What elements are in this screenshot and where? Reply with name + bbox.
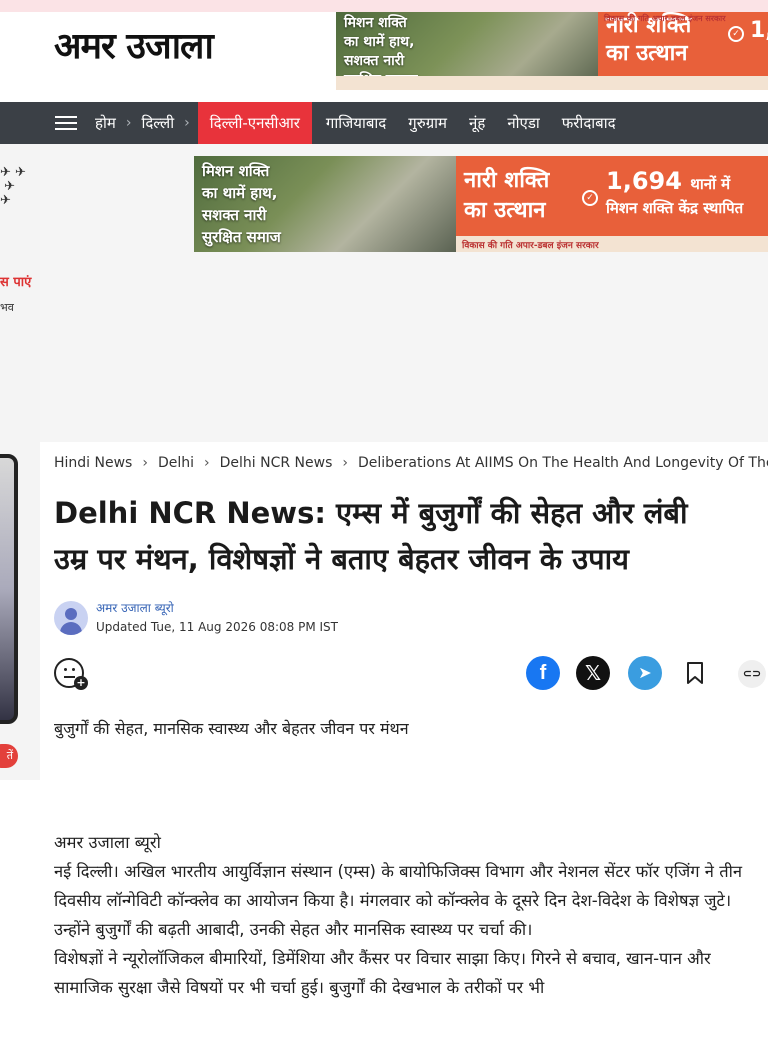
ad2-right-text: नारी शक्ति का उत्थान <box>464 168 550 223</box>
nav-item-nuh[interactable]: नूंह <box>461 102 493 144</box>
side-advertisement[interactable]: ✈ ✈ ✈ ✈ स पाएं भव तें <box>0 144 40 780</box>
nav-item-delhi[interactable]: दिल्ली <box>133 102 182 144</box>
jets-icon: ✈ ✈ ✈ ✈ <box>0 165 26 208</box>
ad2-subtext: मिशन शक्ति केंद्र स्थापित <box>606 199 744 217</box>
chevron-right-icon: › <box>184 115 190 131</box>
page-title: Delhi NCR News: एम्स में बुजुर्गों की से… <box>54 490 768 582</box>
side-ad-subtext: भव <box>0 301 14 314</box>
breadcrumb-separator: › <box>142 455 148 471</box>
main-nav: होम › दिल्ली › दिल्ली-एनसीआर गाजियाबाद ग… <box>0 102 768 144</box>
x-share-icon[interactable]: 𝕏 <box>576 656 610 690</box>
phone-image <box>0 454 18 724</box>
headline-line-2: उम्र पर मंथन, विशेषज्ञों ने बताए बेहतर ज… <box>54 542 629 576</box>
article-subheading: बुजुर्गों की सेहत, मानसिक स्वास्थ्य और ब… <box>54 719 409 738</box>
byline: अमर उजाला ब्यूरो Updated Tue, 11 Aug 202… <box>54 598 338 638</box>
side-ad-badge[interactable]: तें <box>0 744 18 768</box>
article-paragraph: विशेषज्ञों ने न्यूरोलॉजिकल बीमारियों, डि… <box>54 949 711 997</box>
body-byline: अमर उजाला ब्यूरो <box>54 833 161 852</box>
breadcrumb-separator: › <box>204 455 210 471</box>
header-advertisement[interactable]: मिशन शक्ति का थामें हाथ, सशक्त नारी सुरक… <box>336 12 768 90</box>
nav-item-home[interactable]: होम <box>87 102 124 144</box>
headline-line-1: Delhi NCR News: एम्स में बुजुर्गों की से… <box>54 496 688 530</box>
avatar[interactable] <box>54 601 88 635</box>
breadcrumb: Hindi News › Delhi › Delhi NCR News › Delibera… <box>54 455 768 471</box>
ad2-left-text: मिशन शक्ति का थामें हाथ, सशक्त नारी सुरक… <box>202 162 281 246</box>
nav-item-ghaziabad[interactable]: गाजियाबाद <box>318 102 394 144</box>
nav-item-gurugram[interactable]: गुरुग्राम <box>400 102 455 144</box>
ad2-big-number: 1,694 थानों में <box>606 167 731 195</box>
breadcrumb-item-delhi[interactable]: Delhi <box>158 455 194 471</box>
copy-link-icon[interactable]: ⊂⊃ <box>738 660 766 688</box>
action-bar: + f 𝕏 ➤ ⊂⊃ <box>54 656 768 692</box>
author-link[interactable]: अमर उजाला ब्यूरो <box>96 599 338 617</box>
site-header: अमर उजाला मिशन शक्ति का थामें हाथ, सशक्त… <box>0 12 768 102</box>
breadcrumb-item-current: Deliberations At AIIMS On The Health And… <box>358 455 768 471</box>
nav-item-delhi-ncr[interactable]: दिल्ली-एनसीआर <box>197 102 312 144</box>
add-reaction-icon[interactable]: + <box>54 658 88 690</box>
ad-number: 1, <box>750 18 768 43</box>
article-body: अमर उजाला ब्यूरो नई दिल्ली। अखिल भारतीय … <box>54 828 754 1002</box>
breadcrumb-separator: › <box>342 455 348 471</box>
check-icon: ✓ <box>728 26 744 42</box>
check-icon: ✓ <box>582 190 598 206</box>
ad-strip-text: विकास की गति अपार-डबल इंजन सरकार <box>604 14 726 23</box>
nav-item-faridabad[interactable]: फरीदाबाद <box>554 102 624 144</box>
facebook-share-icon[interactable]: f <box>526 656 560 690</box>
updated-timestamp: Updated Tue, 11 Aug 2026 08:08 PM IST <box>96 620 338 634</box>
bookmark-icon[interactable] <box>686 661 704 685</box>
top-strip <box>0 0 768 12</box>
ad2-strip-text: विकास की गति अपार-डबल इंजन सरकार <box>462 241 599 251</box>
hamburger-menu-icon[interactable] <box>55 116 77 130</box>
chevron-right-icon: › <box>125 115 132 131</box>
breadcrumb-item-delhi-ncr-news[interactable]: Delhi NCR News <box>220 455 333 471</box>
site-logo[interactable]: अमर उजाला <box>54 20 214 69</box>
ad-strip <box>336 76 768 90</box>
banner-advertisement[interactable]: मिशन शक्ति का थामें हाथ, सशक्त नारी सुरक… <box>194 156 768 252</box>
telegram-share-icon[interactable]: ➤ <box>628 656 662 690</box>
ad2-strip: विकास की गति अपार-डबल इंजन सरकार <box>456 236 768 252</box>
article-paragraph: नई दिल्ली। अखिल भारतीय आयुर्विज्ञान संस्… <box>54 862 743 939</box>
ad2-right-panel: नारी शक्ति का उत्थान ✓ 1,694 थानों में म… <box>456 156 768 236</box>
side-ad-text: स पाएं <box>0 275 32 290</box>
nav-item-noida[interactable]: नोएडा <box>499 102 547 144</box>
breadcrumb-item-hindi-news[interactable]: Hindi News <box>54 455 132 471</box>
